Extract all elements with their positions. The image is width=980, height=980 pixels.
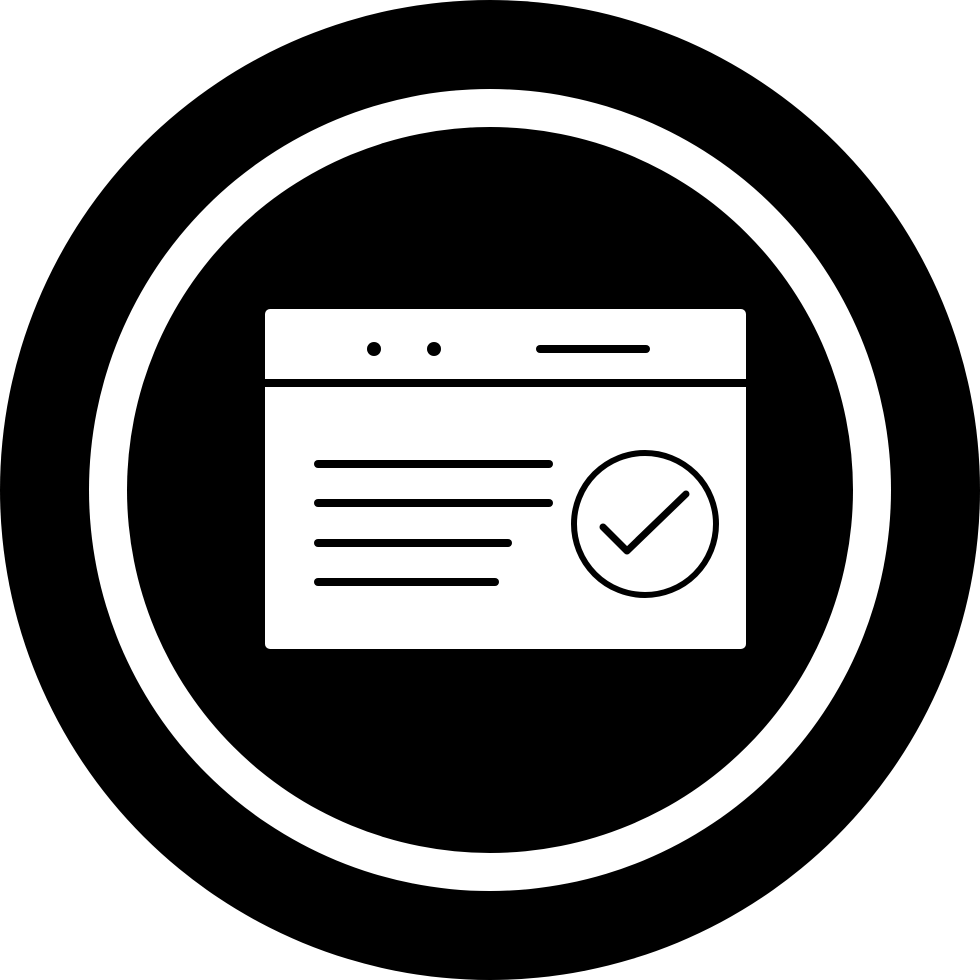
browser-frame	[265, 309, 746, 649]
icon-canvas	[0, 0, 980, 980]
browser-check-icon	[0, 0, 980, 980]
window-dot-2	[427, 342, 441, 356]
window-dot-1	[367, 342, 381, 356]
browser-window	[265, 309, 746, 649]
title-bar-divider	[265, 379, 746, 387]
